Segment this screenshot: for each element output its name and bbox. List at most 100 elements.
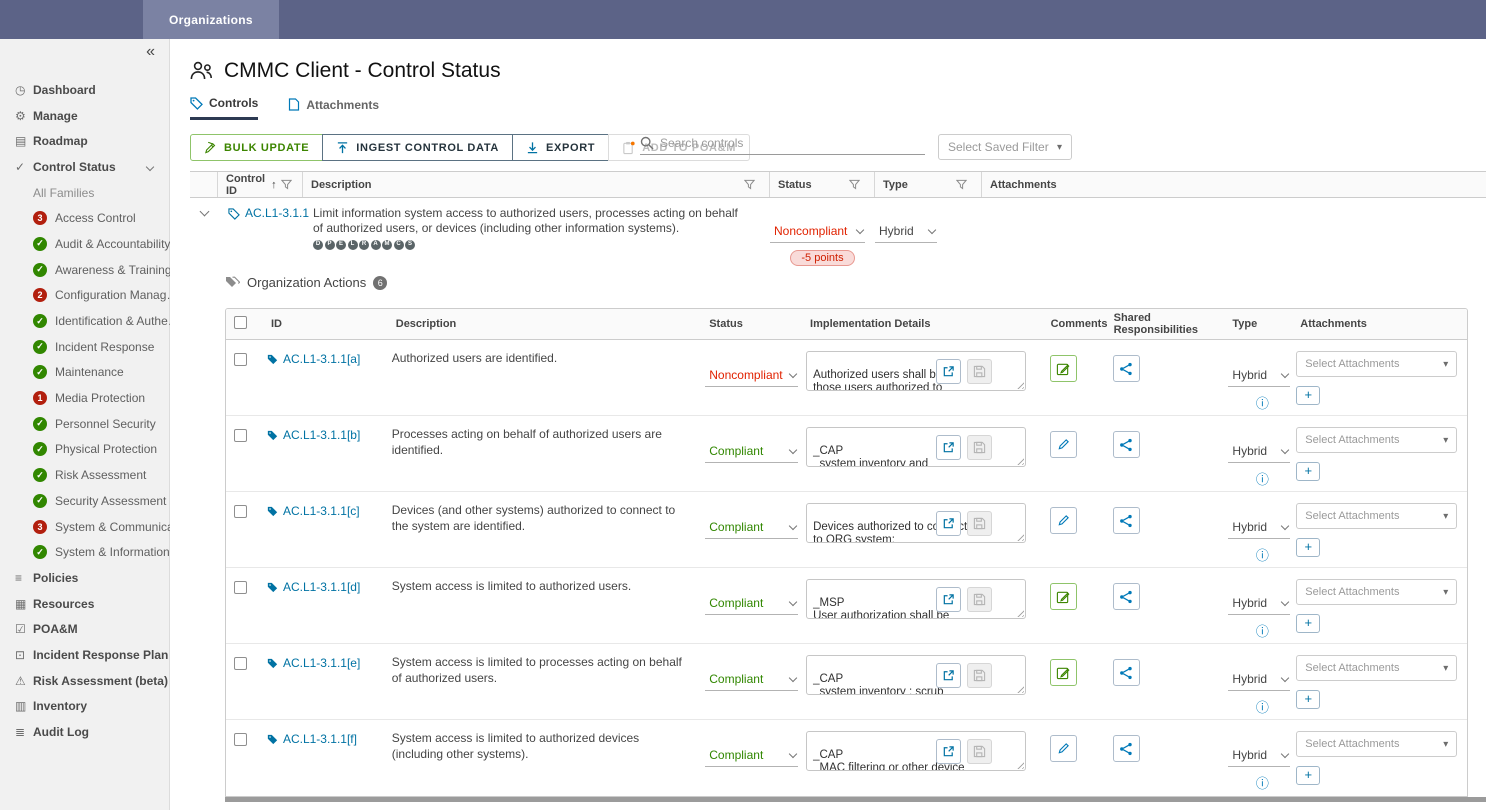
implementation-details-textarea[interactable]: _MSP User authorization shall be done ad…: [806, 579, 1027, 619]
sidebar-item-maintenance[interactable]: ✓ Maintenance: [0, 360, 169, 386]
status-dropdown[interactable]: Compliant: [705, 520, 799, 539]
sidebar-item-access-control[interactable]: 3 Access Control: [0, 205, 169, 231]
nav-tab-organizations[interactable]: Organizations: [143, 0, 279, 39]
open-details-button[interactable]: [936, 435, 962, 460]
sidebar-item-resources[interactable]: ▦ Resources: [0, 591, 169, 617]
row-checkbox[interactable]: [234, 657, 247, 670]
resize-handle[interactable]: [1015, 380, 1025, 389]
type-dropdown[interactable]: Hybrid: [1228, 748, 1291, 767]
type-dropdown[interactable]: Hybrid: [1228, 672, 1291, 691]
row-checkbox[interactable]: [234, 581, 247, 594]
save-details-button[interactable]: [967, 663, 993, 688]
action-id-link[interactable]: AC.L1-3.1.1[d]: [283, 580, 360, 594]
info-icon[interactable]: ⓘ: [1228, 621, 1296, 640]
sidebar-item-poam[interactable]: ☑ POA&M: [0, 616, 169, 642]
save-details-button[interactable]: [967, 511, 993, 536]
tab-attachments[interactable]: Attachments: [288, 96, 379, 120]
framework-chip[interactable]: E: [336, 239, 346, 250]
ingest-control-data-button[interactable]: INGEST CONTROL DATA: [322, 134, 513, 161]
sidebar-item-personnel-security[interactable]: ✓ Personnel Security: [0, 411, 169, 437]
control-id-link[interactable]: AC.L1-3.1.1: [245, 206, 309, 220]
implementation-details-textarea[interactable]: Devices authorized to connect to ORG sys…: [806, 503, 1027, 543]
sidebar-item-audit-log[interactable]: ≣ Audit Log: [0, 719, 169, 745]
action-id-link[interactable]: AC.L1-3.1.1[a]: [283, 352, 360, 366]
resize-handle[interactable]: [1015, 456, 1025, 465]
share-responsibilities-button[interactable]: [1112, 659, 1140, 686]
action-id-link[interactable]: AC.L1-3.1.1[f]: [283, 732, 357, 746]
open-details-button[interactable]: [936, 663, 962, 688]
open-details-button[interactable]: [936, 511, 962, 536]
filter-icon[interactable]: [849, 179, 860, 190]
info-icon[interactable]: ⓘ: [1228, 773, 1296, 792]
share-responsibilities-button[interactable]: [1112, 583, 1140, 610]
resize-handle[interactable]: [1015, 532, 1025, 541]
sidebar-item-physical-protection[interactable]: ✓ Physical Protection: [0, 437, 169, 463]
type-dropdown[interactable]: Hybrid: [1228, 596, 1291, 615]
comments-button[interactable]: [1049, 659, 1077, 686]
save-details-button[interactable]: [967, 359, 993, 384]
resize-handle[interactable]: [1015, 684, 1025, 693]
framework-chip[interactable]: A: [370, 239, 381, 250]
status-dropdown[interactable]: Noncompliant: [705, 368, 799, 387]
row-expander[interactable]: [190, 198, 218, 266]
sidebar-item-system-information[interactable]: ✓ System & Information…: [0, 539, 182, 565]
attachments-select[interactable]: Select Attachments ▾: [1296, 427, 1458, 453]
framework-chip[interactable]: D: [313, 239, 323, 250]
resize-handle[interactable]: [1015, 608, 1025, 617]
add-attachment-button[interactable]: +: [1296, 538, 1321, 557]
attachments-select[interactable]: Select Attachments ▾: [1296, 351, 1458, 377]
share-responsibilities-button[interactable]: [1112, 507, 1140, 534]
sort-ascending-icon[interactable]: ↑: [271, 179, 277, 191]
save-details-button[interactable]: [967, 739, 993, 764]
open-details-button[interactable]: [936, 739, 962, 764]
share-responsibilities-button[interactable]: [1112, 735, 1140, 762]
sidebar-item-configuration-management[interactable]: 2 Configuration Manag…: [0, 283, 178, 309]
sidebar-item-inventory[interactable]: ▥ Inventory: [0, 694, 169, 720]
search-input[interactable]: [660, 136, 925, 150]
bulk-update-button[interactable]: BULK UPDATE: [190, 134, 324, 161]
type-dropdown[interactable]: Hybrid: [1228, 520, 1291, 539]
attachments-select[interactable]: Select Attachments ▾: [1296, 731, 1458, 757]
info-icon[interactable]: ⓘ: [1228, 469, 1296, 488]
sidebar-item-all-families[interactable]: All Families: [0, 180, 169, 206]
select-all-checkbox[interactable]: [234, 316, 247, 329]
action-id-link[interactable]: AC.L1-3.1.1[c]: [283, 504, 360, 518]
filter-icon[interactable]: [280, 179, 292, 190]
info-icon[interactable]: ⓘ: [1228, 393, 1296, 412]
action-id-link[interactable]: AC.L1-3.1.1[e]: [283, 656, 360, 670]
framework-chip[interactable]: P: [324, 239, 335, 250]
framework-chip[interactable]: R: [359, 239, 369, 250]
filter-icon[interactable]: [956, 179, 967, 190]
sidebar-item-policies[interactable]: ≡ Policies: [0, 565, 169, 591]
comments-button[interactable]: [1049, 431, 1077, 458]
status-dropdown[interactable]: Compliant: [705, 444, 799, 463]
sidebar-item-identification-authentication[interactable]: ✓ Identification & Authe…: [0, 308, 180, 334]
status-dropdown[interactable]: Compliant: [705, 596, 799, 615]
framework-chip[interactable]: M: [382, 239, 392, 250]
comments-button[interactable]: [1049, 355, 1077, 382]
type-dropdown[interactable]: Hybrid: [1228, 444, 1291, 463]
sidebar-item-incident-response[interactable]: ✓ Incident Response: [0, 334, 169, 360]
open-details-button[interactable]: [936, 359, 962, 384]
status-dropdown[interactable]: Noncompliant: [770, 224, 865, 243]
implementation-details-textarea[interactable]: _CAP _system inventory : scrub system fo…: [806, 655, 1027, 695]
sidebar-item-control-status[interactable]: ✓ Control Status: [0, 154, 169, 180]
sidebar-item-dashboard[interactable]: ◷ Dashboard: [0, 77, 169, 103]
export-button[interactable]: EXPORT: [511, 134, 610, 161]
row-checkbox[interactable]: [234, 429, 247, 442]
comments-button[interactable]: [1049, 735, 1077, 762]
sidebar-item-audit-accountability[interactable]: ✓ Audit & Accountability: [0, 231, 170, 257]
sidebar-item-security-assessment[interactable]: ✓ Security Assessment: [0, 488, 169, 514]
save-details-button[interactable]: [967, 435, 993, 460]
sidebar-item-media-protection[interactable]: 1 Media Protection: [0, 385, 169, 411]
attachments-select[interactable]: Select Attachments ▾: [1296, 655, 1458, 681]
type-dropdown[interactable]: Hybrid: [875, 224, 937, 243]
add-attachment-button[interactable]: +: [1296, 766, 1321, 785]
open-details-button[interactable]: [936, 587, 962, 612]
share-responsibilities-button[interactable]: [1112, 355, 1140, 382]
sidebar-item-system-communications[interactable]: 3 System & Communica…: [0, 514, 186, 540]
framework-chip[interactable]: L: [347, 239, 358, 250]
sidebar-collapse-icon[interactable]: «: [146, 43, 155, 61]
share-responsibilities-button[interactable]: [1112, 431, 1140, 458]
info-icon[interactable]: ⓘ: [1228, 545, 1296, 564]
